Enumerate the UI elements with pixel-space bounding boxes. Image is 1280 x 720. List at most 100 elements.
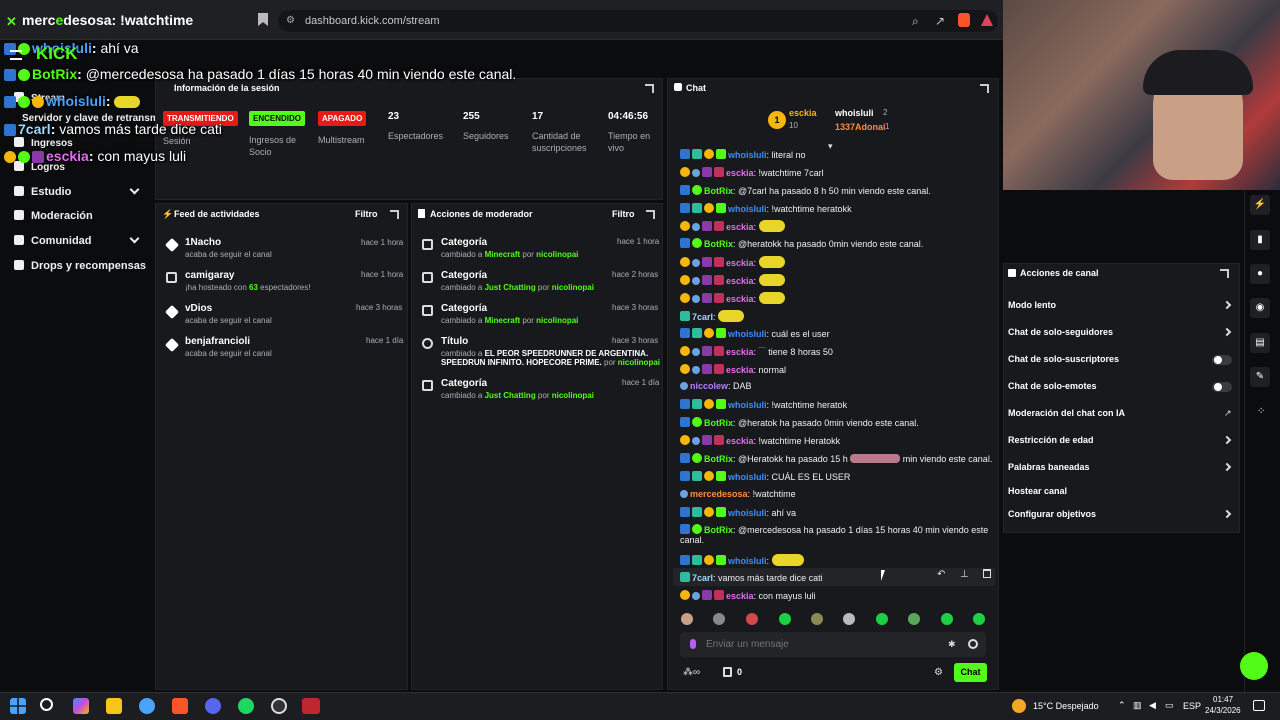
emote-2[interactable] [713, 613, 725, 625]
action-ai-moderation[interactable]: Moderación del chat con IA [1008, 408, 1125, 418]
pin-icon[interactable]: ⊥ [960, 569, 969, 580]
trash-icon[interactable] [983, 569, 991, 578]
top-gifter-2[interactable]: whoisluli [835, 108, 874, 118]
battery-icon[interactable]: ▭ [1165, 700, 1174, 711]
action-set-goals[interactable]: Configurar objetivos [1008, 509, 1096, 519]
users-icon[interactable]: ⁂∞ [683, 667, 700, 678]
chat-message[interactable]: BotRix: @Heratokk ha pasado 15 h min vie… [680, 453, 992, 464]
sidebar-item-drops[interactable]: Drops y recompensas [14, 260, 146, 272]
emote-8[interactable] [908, 613, 920, 625]
chat-message[interactable]: mercedesosa: !watchtime [680, 489, 980, 499]
chat-message[interactable]: 7carl: [680, 310, 980, 322]
send-chat-button[interactable]: Chat [954, 663, 987, 682]
app-icon[interactable] [302, 698, 320, 714]
feed-item-name[interactable]: benjafrancioli [185, 336, 250, 347]
chat-message[interactable]: esckia: [680, 220, 980, 232]
clock-date[interactable]: 24/3/2026 [1205, 706, 1241, 715]
brave-icon[interactable] [172, 698, 188, 714]
feed-item-name[interactable]: 1Nacho [185, 237, 221, 248]
chat-message[interactable]: whoisluli: !watchtime heratokk [680, 203, 980, 214]
chat-message[interactable]: BotRix: @mercedesosa ha pasado 1 días 15… [680, 524, 988, 535]
chat-message[interactable]: esckia: con mayus luli [680, 590, 980, 601]
emote-1[interactable] [681, 613, 693, 625]
chat-message[interactable]: esckia: [680, 274, 980, 286]
feed-item-name[interactable]: camigaray [185, 270, 234, 281]
chat-message[interactable]: BotRix: @heratok ha pasado 0min viendo e… [680, 417, 980, 428]
chat-message[interactable]: whoisluli: CUÁL ES EL USER [680, 471, 980, 482]
action-age-restriction[interactable]: Restricción de edad [1008, 435, 1094, 445]
emote-6[interactable] [843, 613, 855, 625]
brave-shield-icon[interactable] [958, 13, 970, 27]
spotify-icon[interactable] [238, 698, 254, 714]
browser-icon[interactable] [139, 698, 155, 714]
chat-message[interactable]: whoisluli: cuál es el user [680, 328, 980, 339]
bookmark-icon[interactable]: ▮ [1250, 230, 1270, 250]
file-explorer-icon[interactable] [106, 698, 122, 714]
notifications-icon[interactable] [1253, 700, 1265, 711]
chat-message[interactable]: esckia: !watchtime 7carl [680, 167, 980, 178]
chat-message[interactable]: whoisluli: [680, 554, 980, 566]
language-indicator[interactable]: ESP [1183, 701, 1201, 711]
chat-message[interactable]: esckia: normal [680, 364, 980, 375]
volume-icon[interactable]: ◀ [1149, 700, 1156, 711]
chat-message[interactable]: esckia: [680, 292, 980, 304]
top-gifter-3[interactable]: 1337Adonai [835, 122, 886, 132]
bolt-icon[interactable]: ⚡ [1250, 195, 1270, 215]
top-gifter-1[interactable]: esckia [789, 108, 817, 118]
chat-message[interactable]: whoisluli: !watchtime heratok [680, 399, 980, 410]
action-subscribers-only[interactable]: Chat de solo-suscriptores [1008, 354, 1119, 364]
emote-7[interactable] [876, 613, 888, 625]
subscribers-only-toggle[interactable] [1212, 355, 1232, 365]
chat-input[interactable] [706, 636, 926, 652]
sidebar-item-community[interactable]: Comunidad [14, 235, 92, 247]
emote-4[interactable] [779, 613, 791, 625]
discord-icon[interactable] [205, 698, 221, 714]
action-banned-words[interactable]: Palabras baneadas [1008, 462, 1090, 472]
feed-item-name[interactable]: vDios [185, 303, 212, 314]
emotes-only-toggle[interactable] [1212, 382, 1232, 392]
share-icon[interactable]: ↗ [935, 14, 945, 28]
emote-9[interactable] [941, 613, 953, 625]
mod-filter-button[interactable]: Filtro [612, 209, 635, 219]
external-link-icon[interactable]: ↗ [1224, 408, 1232, 419]
mic-icon[interactable] [690, 639, 696, 649]
emote-3[interactable] [746, 613, 758, 625]
obs-icon[interactable] [271, 698, 287, 714]
settings-gear-icon[interactable]: ⚙ [934, 667, 943, 678]
network-icon[interactable]: ▥ [1133, 700, 1142, 711]
action-host-channel[interactable]: Hostear canal [1008, 486, 1067, 496]
emote-10[interactable] [973, 613, 985, 625]
sidebar-item-moderation[interactable]: Moderación [14, 210, 93, 222]
broadcast-icon[interactable]: ◉ [1250, 298, 1270, 318]
tray-expand-icon[interactable]: ⌃ [1118, 700, 1126, 711]
chat-message[interactable]: esckia: ⁀ tiene 8 horas 50 [680, 346, 980, 358]
action-followers-only[interactable]: Chat de solo-seguidores [1008, 327, 1113, 337]
expand-icon[interactable] [390, 210, 399, 219]
translate-icon[interactable]: ✱ [948, 639, 956, 650]
activity-filter-button[interactable]: Filtro [355, 209, 378, 219]
expand-icon[interactable] [646, 210, 655, 219]
action-slow-mode[interactable]: Modo lento [1008, 300, 1056, 310]
expand-icon[interactable] [980, 84, 989, 93]
reply-icon[interactable]: ↶ [937, 569, 945, 580]
clock-time[interactable]: 01:47 [1213, 695, 1233, 704]
dots-icon[interactable]: ⁘ [1257, 406, 1265, 417]
chat-message[interactable]: BotRix: @heratokk ha pasado 0min viendo … [680, 238, 980, 249]
search-icon[interactable] [40, 698, 53, 711]
chat-message[interactable]: whoisluli: literal no [680, 149, 980, 160]
menu-icon[interactable] [10, 50, 22, 60]
chat-message[interactable]: esckia: [680, 256, 980, 268]
chat-message[interactable]: BotRix: @7carl ha pasado 8 h 50 min vien… [680, 185, 980, 196]
wrench-icon[interactable]: ✎ [1250, 367, 1270, 387]
weather-text[interactable]: 15°C Despejado [1033, 701, 1099, 711]
chat-message[interactable]: niccolew: DAB [680, 381, 980, 391]
site-info-icon[interactable]: ⚙ [286, 15, 295, 26]
emoji-icon[interactable] [968, 639, 978, 649]
expand-icon[interactable] [1220, 269, 1229, 278]
copilot-icon[interactable] [73, 698, 89, 714]
chat-message[interactable]: 7carl: vamos más tarde dice cati [680, 572, 980, 583]
sidebar-item-studio[interactable]: Estudio [14, 186, 71, 198]
chat-message[interactable]: esckia: !watchtime Heratokk [680, 435, 980, 446]
expand-icon[interactable] [645, 84, 654, 93]
help-icon[interactable] [1240, 652, 1268, 680]
